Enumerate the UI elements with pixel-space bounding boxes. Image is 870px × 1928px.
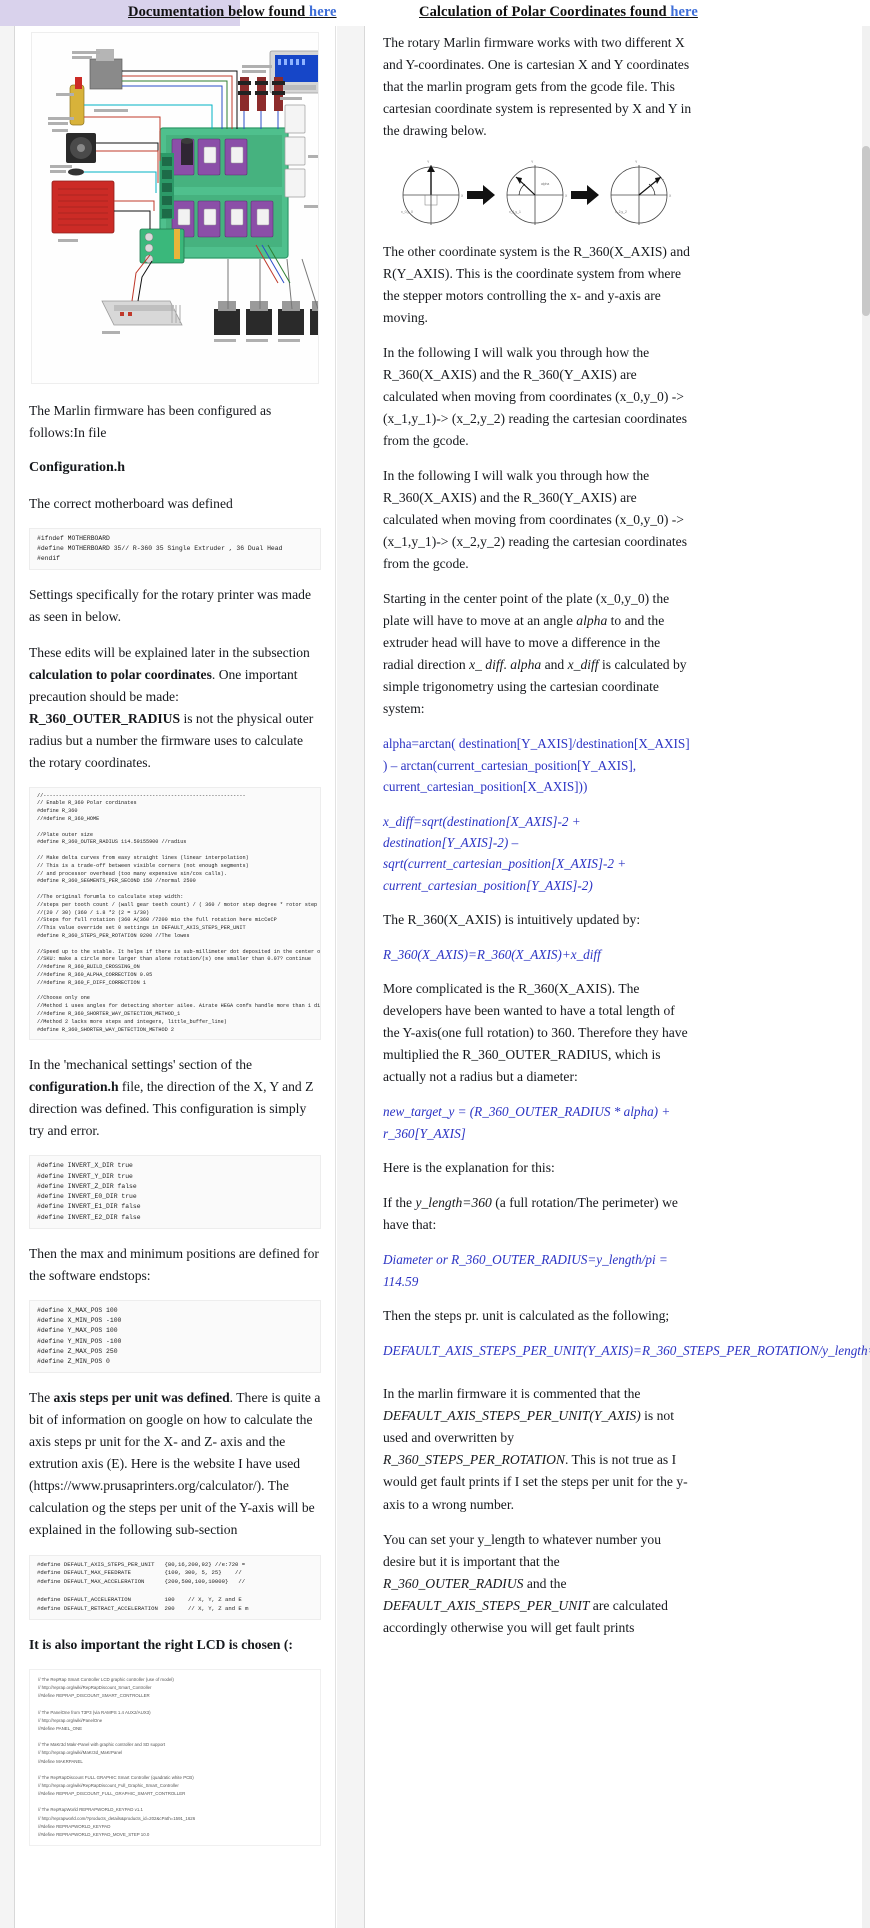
p5r-i2: x_ diff [469,657,504,673]
left-paragraph-8: It is also important the right LCD is ch… [29,1637,293,1653]
formula-diameter: Diameter or R_360_OUTER_RADIUS=y_length/… [383,1252,668,1289]
polar-coordinates-svg: YX x_0,y_0 YX x_1,y_1 alpha YX x_2,y_2 r [383,155,691,228]
right-paragraph-10: Then the steps pr. unit is calculated as… [383,1308,670,1324]
p11r-i2: R_360_STEPS_PER_ROTATION [383,1452,565,1468]
code-block-steps-per-unit: #define DEFAULT_AXIS_STEPS_PER_UNIT {80,… [29,1554,321,1621]
svg-text:x_2,y_2: x_2,y_2 [615,210,627,214]
right-paragraph-3: In the following I will walk you through… [383,345,687,449]
documentation-link[interactable]: Documentation below found here [128,4,337,21]
vertical-scrollbar[interactable] [862,26,870,1928]
ramps-wiring-diagram-image [31,32,319,384]
right-paragraph-4: In the following I will walk you through… [383,468,687,572]
code-block-endstops: #define X_MAX_POS 100 #define X_MIN_POS … [29,1299,321,1374]
right-paragraph-5: Starting in the center point of the plat… [383,588,692,720]
formula-alpha: alpha=arctan( destination[Y_AXIS]/destin… [383,736,690,795]
right-paragraph-11: In the marlin firmware it is commented t… [383,1383,692,1515]
p5r-i1: alpha [576,613,608,629]
documentation-link-text: Documentation below found [128,4,310,20]
configuration-h-heading: Configuration.h [29,460,126,476]
scrollbar-thumb[interactable] [862,146,870,316]
p5-part-a: In the 'mechanical settings' section of … [29,1057,253,1073]
right-paragraph-9: If the y_length=360 (a full rotation/The… [383,1192,692,1236]
p12r-b: and the [523,1575,567,1591]
right-paragraph-6: The R_360(X_AXIS) is intuitively updated… [383,912,641,928]
formula-new-target-y: new_target_y = (R_360_OUTER_RADIUS * alp… [383,1104,671,1141]
p12r-i1: R_360_OUTER_RADIUS [383,1575,524,1591]
svg-text:alpha: alpha [541,182,549,186]
p11r-i1: DEFAULT_AXIS_STEPS_PER_UNIT(Y_AXIS) [383,1408,641,1424]
header-band: Documentation below found here Calculati… [0,0,870,26]
svg-text:x_0,y_0: x_0,y_0 [401,210,413,214]
code-block-motherboard: #ifndef MOTHERBOARD #define MOTHERBOARD … [29,527,321,571]
p9r-i: y_length=360 [415,1195,492,1211]
lcd-options-links-block[interactable]: // The RepRap Smart Controller LCD graph… [29,1669,321,1846]
code-block-polar-settings: //--------------------------------------… [29,786,321,1041]
right-paragraph-8: Here is the explanation for this: [383,1160,555,1176]
polar-calculation-link-here[interactable]: here [670,4,698,20]
p11r-a: In the marlin firmware it is commented t… [383,1386,641,1402]
right-paragraph-2: The other coordinate system is the R_360… [383,244,690,326]
p7-part-a: The [29,1390,54,1406]
left-paragraph-5: In the 'mechanical settings' section of … [29,1054,321,1142]
p4-part-a: These edits will be explained later in t… [29,644,310,660]
p4-bold-radius: R_360_OUTER_RADIUS [29,710,181,726]
formula-x-diff: x_diff=sqrt(destination[X_AXIS]-2 + dest… [383,813,627,893]
right-paragraph-12: You can set your y_length to whatever nu… [383,1529,692,1639]
left-paragraph-4: These edits will be explained later in t… [29,642,321,774]
polar-calculation-link[interactable]: Calculation of Polar Coordinates found h… [419,4,698,21]
polar-coordinates-diagram: YX x_0,y_0 YX x_1,y_1 alpha YX x_2,y_2 r [383,155,692,228]
polar-calculation-link-text: Calculation of Polar Coordinates found [419,4,671,20]
p7-bold-axis-steps: axis steps per unit was defined [53,1390,230,1406]
left-paragraph-1: The Marlin firmware has been configured … [29,403,272,441]
page-gutter-right [709,26,870,1928]
page-gutter-middle [337,26,364,1928]
p9r-a: If the [383,1195,416,1211]
p4-bold-subsection: calculation to polar coordinates [29,666,212,682]
p5r-i3: alpha [510,657,542,673]
left-paragraph-2: The correct motherboard was defined [29,495,233,511]
svg-text:x_1,y_1: x_1,y_1 [509,210,521,214]
p12r-a: You can set your y_length to whatever nu… [383,1531,661,1569]
ramps-wiring-svg [32,33,318,383]
left-paragraph-7: The axis steps per unit was defined. The… [29,1387,321,1541]
p5r-d: and [541,657,568,673]
left-paragraph-6: Then the max and minimum positions are d… [29,1245,319,1283]
p5-bold-configuration: configuration.h [29,1079,119,1095]
documentation-link-here[interactable]: here [309,4,337,20]
p12r-i2: DEFAULT_AXIS_STEPS_PER_UNIT [383,1597,590,1613]
right-paragraph-7: More complicated is the R_360(X_AXIS). T… [383,981,688,1085]
p7-part-c: . There is quite a bit of information on… [29,1390,321,1538]
left-paragraph-3: Settings specifically for the rotary pri… [29,587,311,625]
right-paragraph-1: The rotary Marlin firmware works with tw… [383,35,692,139]
formula-steps-per-unit: DEFAULT_AXIS_STEPS_PER_UNIT(Y_AXIS)=R_36… [383,1343,870,1359]
left-document-column: The Marlin firmware has been configured … [14,26,336,1928]
p5r-i4: x_diff [567,657,599,673]
page-gutter-left [0,26,14,1928]
page-root: Documentation below found here Calculati… [0,0,870,1928]
code-block-invert-dir: #define INVERT_X_DIR true #define INVERT… [29,1155,321,1229]
formula-r360-update: R_360(X_AXIS)=R_360(X_AXIS)+x_diff [383,947,601,963]
right-document-column: The rotary Marlin firmware works with tw… [364,26,870,1928]
